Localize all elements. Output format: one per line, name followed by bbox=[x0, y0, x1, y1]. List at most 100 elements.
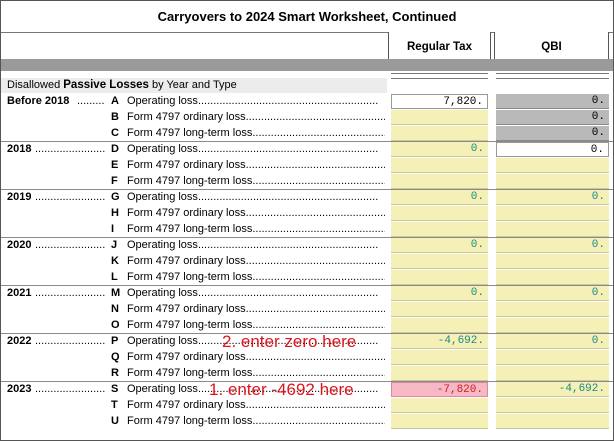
row-label: Operating loss..........................… bbox=[127, 143, 385, 155]
row-label: Form 4797 long-term loss................… bbox=[127, 271, 385, 283]
regular-tax-cell[interactable] bbox=[391, 318, 488, 333]
regular-tax-cell[interactable]: 0. bbox=[391, 142, 488, 157]
row-letter: G bbox=[111, 191, 120, 203]
regular-tax-cell[interactable] bbox=[391, 350, 488, 365]
row-letter: N bbox=[111, 303, 119, 315]
qbi-cell[interactable] bbox=[496, 302, 609, 317]
annotation-enter-value: 1. enter -4692 here bbox=[209, 380, 354, 399]
row-label-text: Operating loss bbox=[127, 239, 198, 251]
regular-tax-cell[interactable]: 0. bbox=[391, 286, 488, 301]
leader-dots: ........................................… bbox=[252, 223, 385, 235]
qbi-cell[interactable]: 0. bbox=[496, 142, 609, 157]
qbi-cell[interactable] bbox=[496, 206, 609, 221]
row-label-text: Operating loss bbox=[127, 143, 198, 155]
regular-tax-cell[interactable]: -4,692. bbox=[391, 334, 488, 349]
qbi-cell[interactable] bbox=[496, 222, 609, 237]
regular-tax-cell[interactable] bbox=[391, 254, 488, 269]
leader-dots: ........................................… bbox=[245, 207, 385, 219]
regular-tax-cell[interactable]: 7,820. bbox=[391, 94, 488, 109]
table-row: 2019....................................… bbox=[1, 190, 613, 206]
row-letter: M bbox=[111, 287, 121, 299]
leader-dots: ........................................… bbox=[197, 239, 379, 251]
qbi-cell[interactable] bbox=[496, 318, 609, 333]
leader-dots: ........................................… bbox=[252, 271, 385, 283]
row-label-text: Operating loss bbox=[127, 287, 198, 299]
row-letter: D bbox=[111, 143, 119, 155]
leader-dots: ........................................… bbox=[245, 255, 385, 267]
qbi-cell[interactable]: 0. bbox=[496, 238, 609, 253]
qbi-cell[interactable]: 0. bbox=[496, 110, 609, 125]
table-row: N Form 4797 ordinary loss................… bbox=[1, 302, 613, 318]
row-letter: K bbox=[111, 255, 119, 267]
row-letter: I bbox=[111, 223, 115, 235]
regular-tax-cell[interactable] bbox=[391, 270, 488, 285]
qbi-cell[interactable] bbox=[496, 398, 609, 413]
qbi-cell[interactable]: 0. bbox=[496, 190, 609, 205]
row-letter: C bbox=[111, 127, 119, 139]
regular-tax-cell[interactable]: 0. bbox=[391, 190, 488, 205]
qbi-cell[interactable]: 0. bbox=[496, 286, 609, 301]
qbi-cell[interactable] bbox=[496, 414, 609, 429]
row-letter: O bbox=[111, 319, 120, 331]
leader-dots: ........................................… bbox=[252, 319, 385, 331]
row-label: Form 4797 long-term loss................… bbox=[127, 175, 385, 187]
table-row: K Form 4797 ordinary loss................… bbox=[1, 254, 613, 270]
annotation-enter-zero: 2. enter zero here bbox=[222, 332, 357, 351]
row-letter: J bbox=[111, 239, 118, 251]
row-year: 2019 bbox=[7, 191, 32, 203]
regular-tax-cell[interactable] bbox=[391, 126, 488, 141]
row-letter: H bbox=[111, 207, 119, 219]
table-row: U Form 4797 long-term loss...............… bbox=[1, 414, 613, 430]
regular-tax-cell[interactable] bbox=[391, 398, 488, 413]
leader-dots: ........................................… bbox=[245, 351, 385, 363]
qbi-cell[interactable] bbox=[496, 270, 609, 285]
column-header-qbi: QBI bbox=[494, 32, 609, 59]
regular-tax-cell[interactable] bbox=[391, 110, 488, 125]
regular-tax-cell[interactable]: 0. bbox=[391, 238, 488, 253]
regular-tax-cell[interactable] bbox=[391, 206, 488, 221]
table-row: 2020....................................… bbox=[1, 238, 613, 254]
qbi-cell[interactable] bbox=[496, 174, 609, 189]
row-label-text: Form 4797 ordinary loss bbox=[127, 159, 246, 171]
row-label: Operating loss..........................… bbox=[127, 95, 385, 107]
row-letter: Q bbox=[111, 351, 120, 363]
row-letter: F bbox=[111, 175, 118, 187]
qbi-cell[interactable] bbox=[496, 350, 609, 365]
table-row: Q Form 4797 ordinary loss................… bbox=[1, 350, 613, 366]
row-label-text: Form 4797 long-term loss bbox=[127, 127, 253, 139]
worksheet-window: Carryovers to 2024 Smart Worksheet, Cont… bbox=[0, 0, 614, 441]
row-letter: S bbox=[111, 383, 119, 395]
qbi-cell[interactable]: 0. bbox=[496, 334, 609, 349]
leader-dots: ........................................… bbox=[197, 287, 379, 299]
regular-tax-cell[interactable] bbox=[391, 158, 488, 173]
leader-dots: ........................................… bbox=[197, 191, 379, 203]
row-label: Form 4797 ordinary loss.................… bbox=[127, 111, 385, 123]
table-row: 2021....................................… bbox=[1, 286, 613, 302]
regular-tax-cell[interactable] bbox=[391, 222, 488, 237]
regular-tax-cell[interactable] bbox=[391, 366, 488, 381]
section-heading-prefix: Disallowed bbox=[7, 79, 64, 91]
leader-dots: ........................................… bbox=[197, 143, 379, 155]
leader-dots: ........................................… bbox=[252, 127, 385, 139]
row-label-text: Form 4797 ordinary loss bbox=[127, 111, 246, 123]
qbi-cell[interactable]: -4,692. bbox=[496, 382, 609, 397]
row-label: Form 4797 ordinary loss.................… bbox=[127, 159, 385, 171]
regular-tax-cell[interactable] bbox=[391, 302, 488, 317]
table-row: Before 2018.............................… bbox=[1, 94, 613, 110]
row-label-text: Form 4797 long-term loss bbox=[127, 271, 253, 283]
table-row: H Form 4797 ordinary loss................… bbox=[1, 206, 613, 222]
row-label-text: Operating loss bbox=[127, 191, 198, 203]
qbi-cell[interactable] bbox=[496, 158, 609, 173]
qbi-cell[interactable] bbox=[496, 366, 609, 381]
table-row: C Form 4797 long-term loss...............… bbox=[1, 126, 613, 142]
leader-dots: ........................................ bbox=[35, 287, 105, 299]
regular-tax-cell[interactable] bbox=[391, 414, 488, 429]
regular-tax-cell[interactable]: -7,820. bbox=[391, 382, 488, 397]
qbi-cell[interactable] bbox=[496, 254, 609, 269]
row-letter: T bbox=[111, 399, 118, 411]
qbi-cell[interactable]: 0. bbox=[496, 94, 609, 109]
leader-dots: ........................................ bbox=[35, 191, 105, 203]
row-label-text: Operating loss bbox=[127, 335, 198, 347]
qbi-cell[interactable]: 0. bbox=[496, 126, 609, 141]
regular-tax-cell[interactable] bbox=[391, 174, 488, 189]
